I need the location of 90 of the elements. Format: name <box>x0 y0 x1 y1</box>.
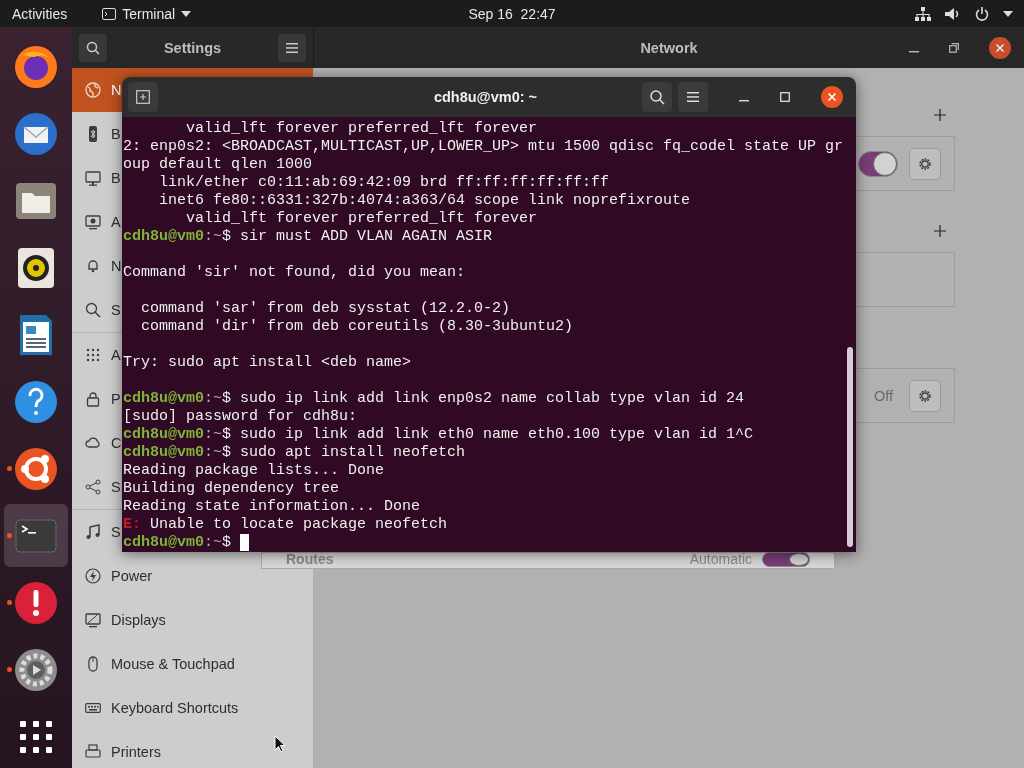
sidebar-item[interactable]: Printers <box>85 744 161 760</box>
terminal-line: cdh8u@vm0:~$ sudo ip link add link enp0s2 name collab type vlan id 24 <box>123 390 746 408</box>
sidebar-item[interactable]: A <box>85 347 121 363</box>
terminal-line: Building dependency tree <box>123 480 341 498</box>
menu-icon <box>687 92 699 102</box>
terminal-line: E: Unable to locate package neofetch <box>123 516 449 534</box>
panel-title: Network <box>640 39 698 56</box>
power-icon <box>85 568 101 584</box>
terminal-line: [sudo] password for cdh8u: <box>123 408 359 426</box>
sidebar-item[interactable]: A <box>85 214 121 230</box>
maximize-icon[interactable] <box>780 92 790 102</box>
pointer-icon <box>274 735 286 753</box>
sidebar-item[interactable]: Power <box>85 568 153 584</box>
printer-icon <box>85 744 101 760</box>
search-icon <box>85 302 101 318</box>
section-label: Routes <box>286 552 335 568</box>
close-icon[interactable] <box>989 36 1011 59</box>
terminal-line: oup default qlen 1000 <box>123 156 314 174</box>
activities-button[interactable]: Activities <box>12 5 68 22</box>
toggle-switch[interactable] <box>762 552 810 567</box>
terminal-line: command 'dir' from deb coreutils (8.30-3ubuntu2) <box>140 318 575 336</box>
scrollbar[interactable] <box>847 347 853 547</box>
terminal-line: cdh8u@vm0:~$ sudo ip link add link eth0 name eth0.100 type vlan id 1^C <box>123 426 755 444</box>
settings-button[interactable] <box>909 147 941 180</box>
music-note-icon <box>85 524 101 540</box>
keyboard-icon <box>85 700 101 716</box>
terminal-line: cdh8u@vm0:~$ sudo apt install neofetch <box>123 444 467 462</box>
terminal-line: 2: enp0s2: <BROADCAST,MULTICAST,UP,LOWER_UP> mtu 1500 qdisc fq_codel state UP gr <box>123 138 845 156</box>
globe-icon <box>85 82 101 98</box>
sidebar-item[interactable]: P <box>85 391 121 407</box>
terminal-line: cdh8u@vm0:~$ <box>123 534 856 552</box>
terminal-line: Command 'sir' not found, did you mean: <box>123 264 467 282</box>
settings-button[interactable] <box>909 379 941 412</box>
search-icon <box>86 40 100 55</box>
app-menu[interactable]: Terminal <box>102 5 192 22</box>
terminal-line: inet6 fe80::6331:327b:4074:a363/64 scope link noprefixroute <box>158 192 692 210</box>
sidebar-item[interactable]: B <box>85 170 121 186</box>
terminal-line: Try: sudo apt install <deb name> <box>123 354 413 372</box>
search-button[interactable] <box>642 82 672 112</box>
toggle-switch[interactable] <box>858 150 898 177</box>
terminal-line: link/ether c0:11:ab:69:42:09 brd ff:ff:ff:ff:ff:ff <box>158 174 611 192</box>
gear-icon <box>917 155 933 172</box>
add-icon[interactable] <box>934 225 946 237</box>
sidebar-item[interactable]: C <box>85 435 122 451</box>
sidebar-item[interactable]: B <box>85 126 121 142</box>
menu-button[interactable] <box>278 33 306 62</box>
terminal-line: valid_lft forever preferred_lft forever <box>185 120 539 138</box>
monitor-icon <box>85 612 101 628</box>
new-tab-button[interactable] <box>128 82 158 112</box>
monitor-icon <box>85 170 101 186</box>
terminal-line: valid_lft forever preferred_lft forever <box>185 210 539 228</box>
bell-icon <box>85 258 101 274</box>
close-icon[interactable] <box>821 86 843 108</box>
monitor-icon <box>85 214 101 230</box>
status-text: Off <box>873 387 893 404</box>
add-icon[interactable] <box>934 109 946 121</box>
clock[interactable]: Sep 16 22:47 <box>468 5 556 22</box>
terminal-line: cdh8u@vm0:~$ sir must ADD VLAN AGAIN ASIR <box>123 228 494 246</box>
sidebar-item[interactable]: N <box>85 258 122 274</box>
menu-button[interactable] <box>678 82 708 112</box>
mouse-icon <box>85 656 101 672</box>
caret-icon[interactable] <box>1003 10 1013 17</box>
gear-icon <box>917 387 933 404</box>
caret-icon <box>181 10 192 17</box>
terminal-line: Reading package lists... Done <box>123 462 386 480</box>
sidebar-item[interactable]: S <box>85 524 121 540</box>
sidebar-item[interactable]: N <box>85 82 122 98</box>
sidebar-item[interactable]: Displays <box>85 612 166 628</box>
window-title: cdh8u@vm0: ~ <box>433 89 538 105</box>
network-icon[interactable] <box>915 6 931 21</box>
window-title: Settings <box>163 39 222 56</box>
sidebar-item[interactable]: Keyboard Shortcuts <box>85 700 239 716</box>
sidebar-item[interactable]: S <box>85 302 121 318</box>
grid-icon <box>85 347 101 363</box>
mode-label: Automatic <box>689 552 752 568</box>
terminal-line: Reading state information... Done <box>123 498 422 516</box>
power-icon[interactable] <box>975 6 989 21</box>
new-tab-icon <box>136 90 150 104</box>
sidebar-item[interactable]: S <box>85 479 121 495</box>
search-icon <box>649 89 665 105</box>
cloud-icon <box>85 435 101 451</box>
restore-icon[interactable] <box>949 42 959 53</box>
terminal-icon <box>102 7 117 20</box>
volume-icon[interactable] <box>945 6 961 21</box>
terminal-line: command 'sar' from deb sysstat (12.2.0-2) <box>140 300 512 318</box>
search-button[interactable] <box>79 33 107 62</box>
menu-icon <box>286 42 298 53</box>
share-icon <box>85 479 101 495</box>
sidebar-item[interactable]: Mouse & Touchpad <box>85 656 235 672</box>
lock-icon <box>85 391 101 407</box>
